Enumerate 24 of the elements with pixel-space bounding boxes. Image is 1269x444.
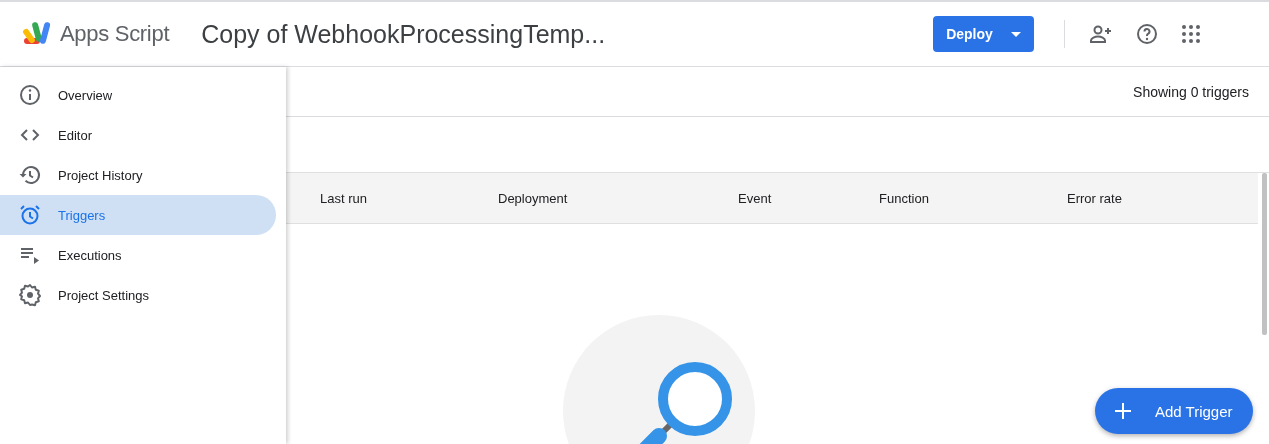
add-trigger-button[interactable]: Add Trigger [1095, 388, 1253, 434]
sidebar-item[interactable]: Project History [0, 155, 276, 195]
sidebar-item[interactable]: Executions [0, 235, 276, 275]
caret-icon [1010, 31, 1021, 37]
sidebar-item[interactable]: Editor [0, 115, 276, 155]
info-icon [18, 83, 42, 107]
alarm-clock-icon [18, 203, 42, 227]
help-icon[interactable] [1135, 22, 1159, 46]
product-name: Apps Script [60, 21, 170, 47]
sidebar-item[interactable]: Overview [0, 75, 276, 115]
column-header: Last run [320, 190, 368, 206]
scrollbar[interactable] [1262, 173, 1267, 335]
column-header: Event [738, 190, 773, 206]
gear-icon [18, 283, 42, 307]
trigger-count: Showing 0 triggers [1133, 83, 1249, 100]
column-header: Error rate [1067, 190, 1123, 206]
apps-grid-icon[interactable] [1181, 24, 1201, 44]
deploy-button[interactable]: Deploy [933, 16, 1034, 52]
history-icon [18, 163, 42, 187]
column-header: Deployment [498, 190, 569, 206]
plus-icon [1115, 403, 1131, 419]
sidebar-item[interactable]: Project Settings [0, 275, 276, 315]
column-header: Function [879, 190, 930, 206]
project-title[interactable]: Copy of WebhookProcessingTemp... [201, 19, 606, 49]
